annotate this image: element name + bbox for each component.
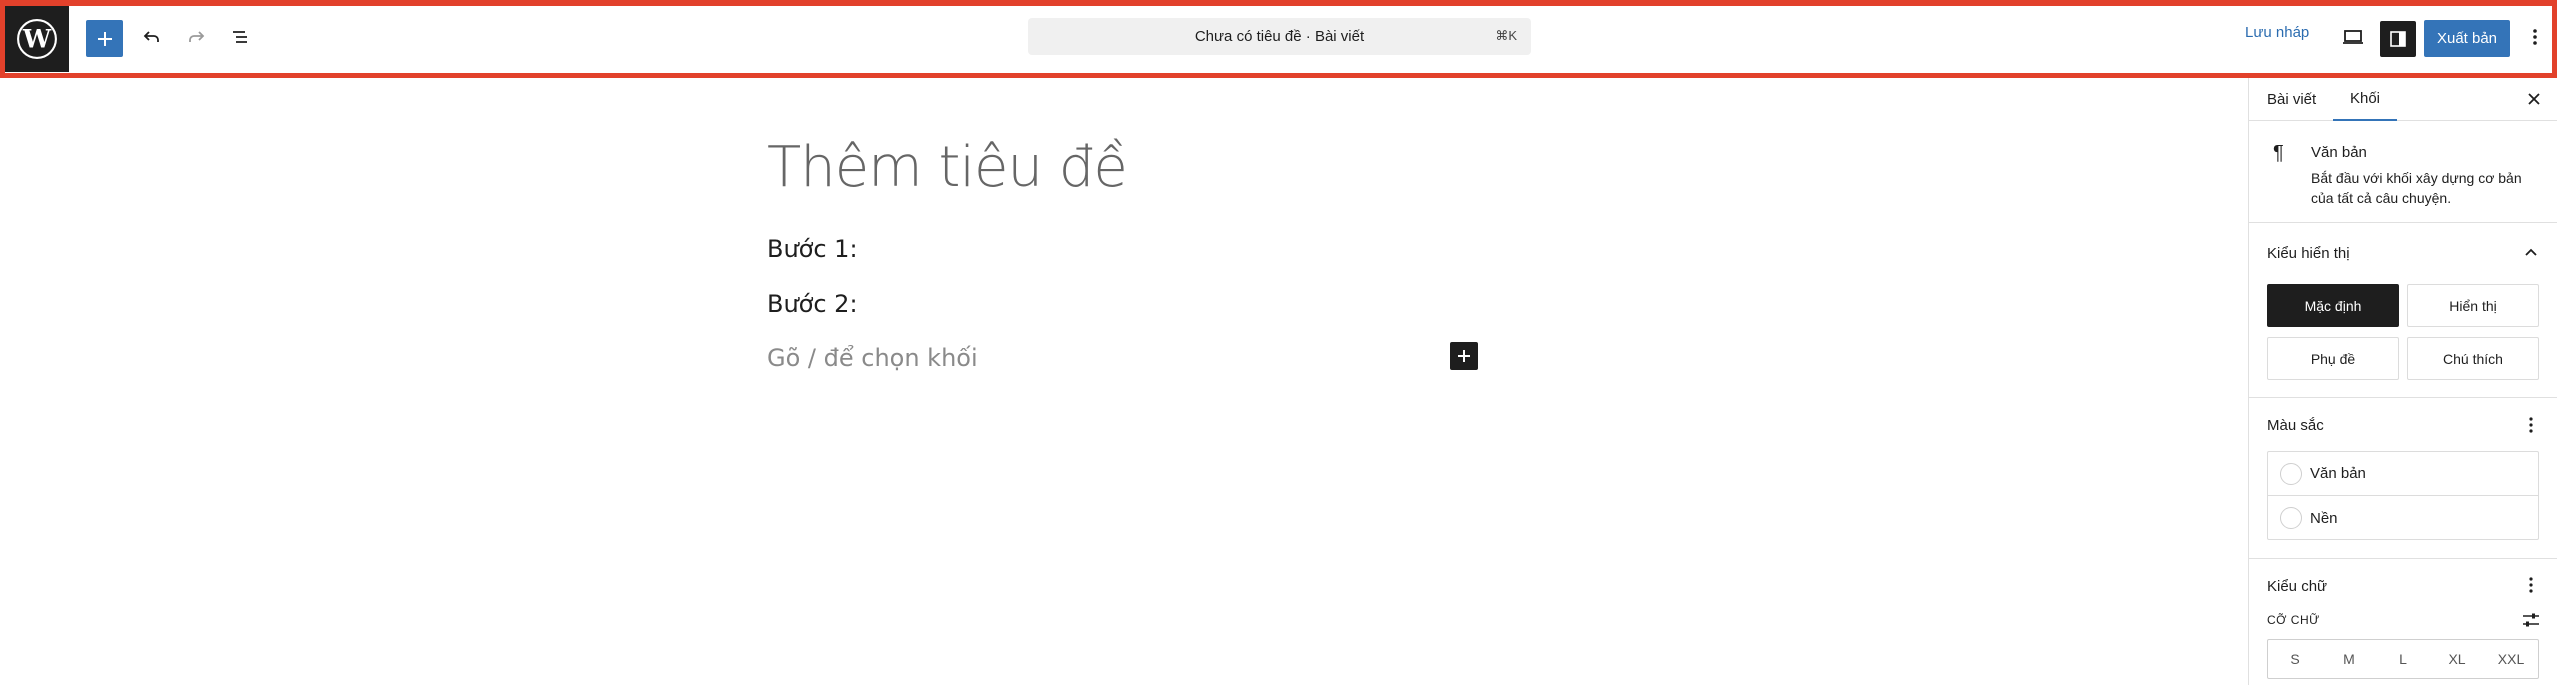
font-size-option[interactable]: XL: [2430, 640, 2484, 678]
color-label: Văn bản: [2310, 465, 2366, 482]
chevron-up-icon: [2525, 248, 2537, 256]
block-name: Văn bản: [2311, 144, 2367, 161]
paragraph-block-2[interactable]: Bước 2:: [767, 290, 858, 318]
post-title-field[interactable]: Thêm tiêu đề: [767, 135, 1128, 200]
list-view-button[interactable]: [223, 17, 257, 57]
desktop-preview-icon: [2343, 30, 2363, 44]
more-vertical-icon: [2529, 577, 2533, 593]
document-bar[interactable]: Chưa có tiêu đề · Bài viết ⌘K: [1028, 18, 1531, 55]
sidebar-tabs: Bài viết Khối: [2249, 78, 2557, 121]
settings-toggle-button[interactable]: [2380, 21, 2416, 57]
more-vertical-icon: [2529, 417, 2533, 433]
style-caption[interactable]: Chú thích: [2407, 337, 2539, 380]
block-card: ¶ Văn bản Bắt đầu với khối xây dựng cơ b…: [2249, 122, 2557, 223]
plus-icon: [1458, 350, 1470, 362]
wordpress-logo-button[interactable]: W: [5, 6, 69, 72]
styles-panel-toggle[interactable]: [2521, 242, 2541, 262]
typography-options-button[interactable]: [2521, 575, 2541, 595]
styles-panel-title[interactable]: Kiểu hiển thị: [2267, 245, 2350, 262]
font-size-label: CỠ CHỮ: [2267, 613, 2320, 627]
wordpress-logo-icon: W: [17, 19, 57, 59]
sidebar-toggle-icon: [2390, 31, 2406, 47]
background-color-option[interactable]: Nền: [2268, 496, 2538, 540]
color-label: Nền: [2310, 509, 2338, 527]
panel-divider: [2249, 558, 2557, 559]
settings-sidebar: Bài viết Khối ¶ Văn bản Bắt đầu với khối…: [2248, 78, 2557, 685]
font-size-option[interactable]: L: [2376, 640, 2430, 678]
more-vertical-icon: [2533, 29, 2537, 45]
preview-button[interactable]: [2335, 17, 2371, 57]
paragraph-block-1[interactable]: Bước 1:: [767, 235, 858, 263]
font-size-option[interactable]: S: [2268, 640, 2322, 678]
color-options-button[interactable]: [2521, 415, 2541, 435]
save-draft-button[interactable]: Lưu nháp: [2245, 24, 2309, 41]
tab-block[interactable]: Khối: [2333, 78, 2397, 121]
typography-panel-title: Kiểu chữ: [2267, 578, 2328, 595]
undo-button[interactable]: [135, 17, 169, 57]
options-menu-button[interactable]: [2520, 17, 2550, 57]
block-inserter-button[interactable]: [86, 20, 123, 57]
document-title: Chưa có tiêu đề · Bài viết: [1194, 28, 1365, 45]
list-view-icon: [233, 31, 247, 43]
custom-size-button[interactable]: [2521, 610, 2541, 630]
top-toolbar: W Chưa có tiêu đề · Bài viết ⌘K Lưu nháp…: [0, 0, 2557, 78]
text-color-option[interactable]: Văn bản: [2268, 452, 2538, 496]
color-panel-title: Màu sắc: [2267, 417, 2324, 434]
block-description: Bắt đầu với khối xây dựng cơ bản của tất…: [2311, 170, 2522, 206]
redo-button[interactable]: [179, 17, 213, 57]
add-block-button[interactable]: [1450, 342, 1478, 370]
color-swatch-icon: [2280, 507, 2302, 529]
tab-post[interactable]: Bài viết: [2267, 78, 2316, 121]
close-icon: [2528, 93, 2540, 105]
redo-icon: [189, 31, 205, 42]
editor-canvas: Thêm tiêu đề Bước 1: Bước 2: Gõ / để chọ…: [0, 78, 2248, 685]
style-default[interactable]: Mặc định: [2267, 284, 2399, 327]
svg-text:W: W: [22, 23, 52, 53]
editor-app: W Chưa có tiêu đề · Bài viết ⌘K Lưu nháp…: [0, 0, 2557, 685]
publish-button[interactable]: Xuất bản: [2424, 20, 2510, 57]
style-display[interactable]: Hiển thị: [2407, 284, 2539, 327]
empty-block-placeholder[interactable]: Gõ / để chọn khối: [767, 344, 978, 372]
undo-icon: [143, 31, 159, 42]
close-sidebar-button[interactable]: [2523, 88, 2545, 110]
panel-divider: [2249, 397, 2557, 398]
color-settings: Văn bản Nền: [2267, 451, 2539, 540]
style-subtitle[interactable]: Phụ đề: [2267, 337, 2399, 380]
font-size-picker: S M L XL XXL: [2267, 639, 2539, 679]
settings-sliders-icon: [2523, 613, 2539, 627]
pilcrow-icon: ¶: [2273, 142, 2284, 164]
color-swatch-icon: [2280, 462, 2302, 485]
plus-icon: [97, 31, 112, 46]
font-size-option[interactable]: XXL: [2484, 640, 2538, 678]
font-size-option[interactable]: M: [2322, 640, 2376, 678]
command-shortcut: ⌘K: [1495, 28, 1517, 43]
